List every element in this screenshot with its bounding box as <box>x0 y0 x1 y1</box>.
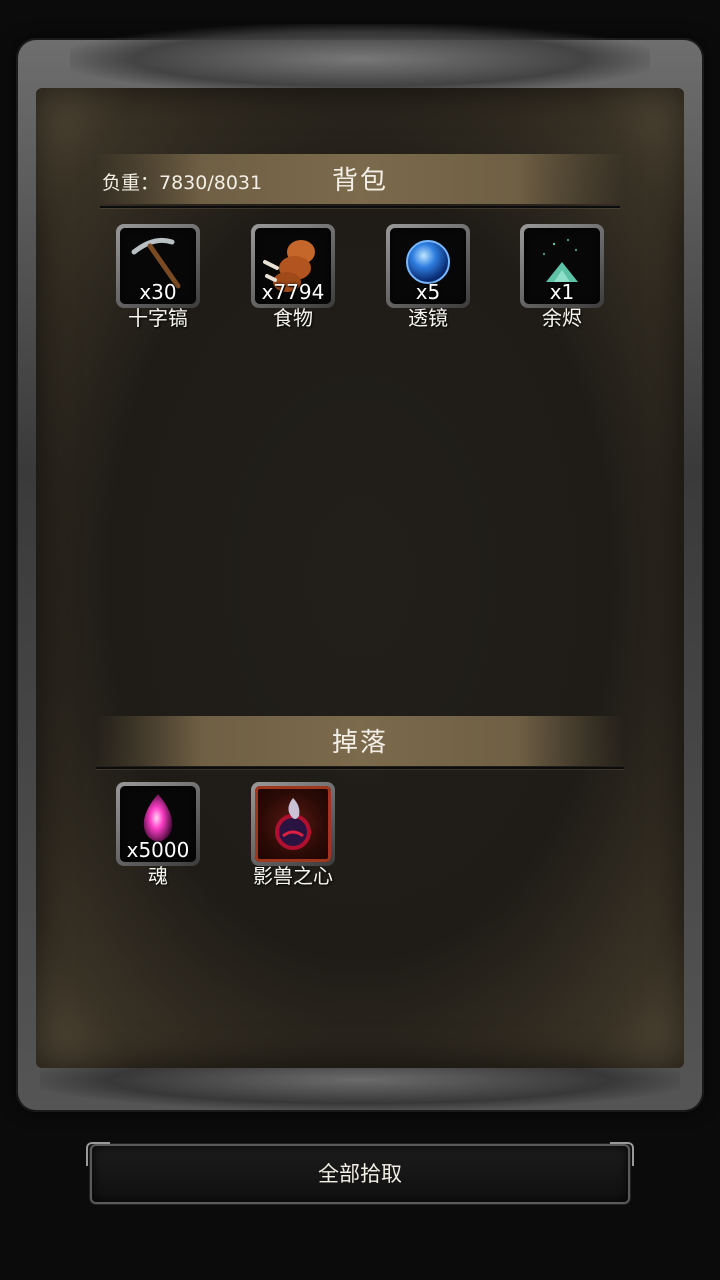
pickup-all-label: 全部拾取 <box>318 1162 402 1186</box>
item-name: 透镜 <box>408 306 448 330</box>
drops-title: 掉落 <box>331 728 388 758</box>
item-name: 食物 <box>273 306 313 330</box>
item-name: 魂 <box>148 864 168 888</box>
drop-slot-soul[interactable]: x5000 <box>116 782 200 866</box>
item-quantity: x1 <box>549 280 575 304</box>
button-corner-ornament <box>86 1142 110 1166</box>
drops-divider <box>96 767 624 769</box>
item-name: 影兽之心 <box>253 864 333 888</box>
backpack-slot-food[interactable]: x7794 <box>251 224 335 308</box>
weight-label: 负重：7830/8031 <box>102 172 263 194</box>
item-quantity: x5000 <box>126 838 190 862</box>
drop-slot-shadow-beast-heart[interactable] <box>251 782 335 866</box>
item-name: 余烬 <box>542 306 582 330</box>
backpack-divider <box>100 206 620 208</box>
frame-ornament-top <box>70 24 650 94</box>
item-quantity: x7794 <box>261 280 325 304</box>
item-quantity: x5 <box>415 280 441 304</box>
pickup-all-button[interactable]: 全部拾取 <box>86 1142 634 1204</box>
backpack-slot-ember[interactable]: x1 <box>520 224 604 308</box>
button-corner-ornament <box>610 1142 634 1166</box>
backpack-slot-pickaxe[interactable]: x30 <box>116 224 200 308</box>
item-name: 十字镐 <box>128 306 188 330</box>
shadow-beast-heart-icon <box>275 798 311 850</box>
item-quantity: x30 <box>139 280 177 304</box>
backpack-slot-lens[interactable]: x5 <box>386 224 470 308</box>
